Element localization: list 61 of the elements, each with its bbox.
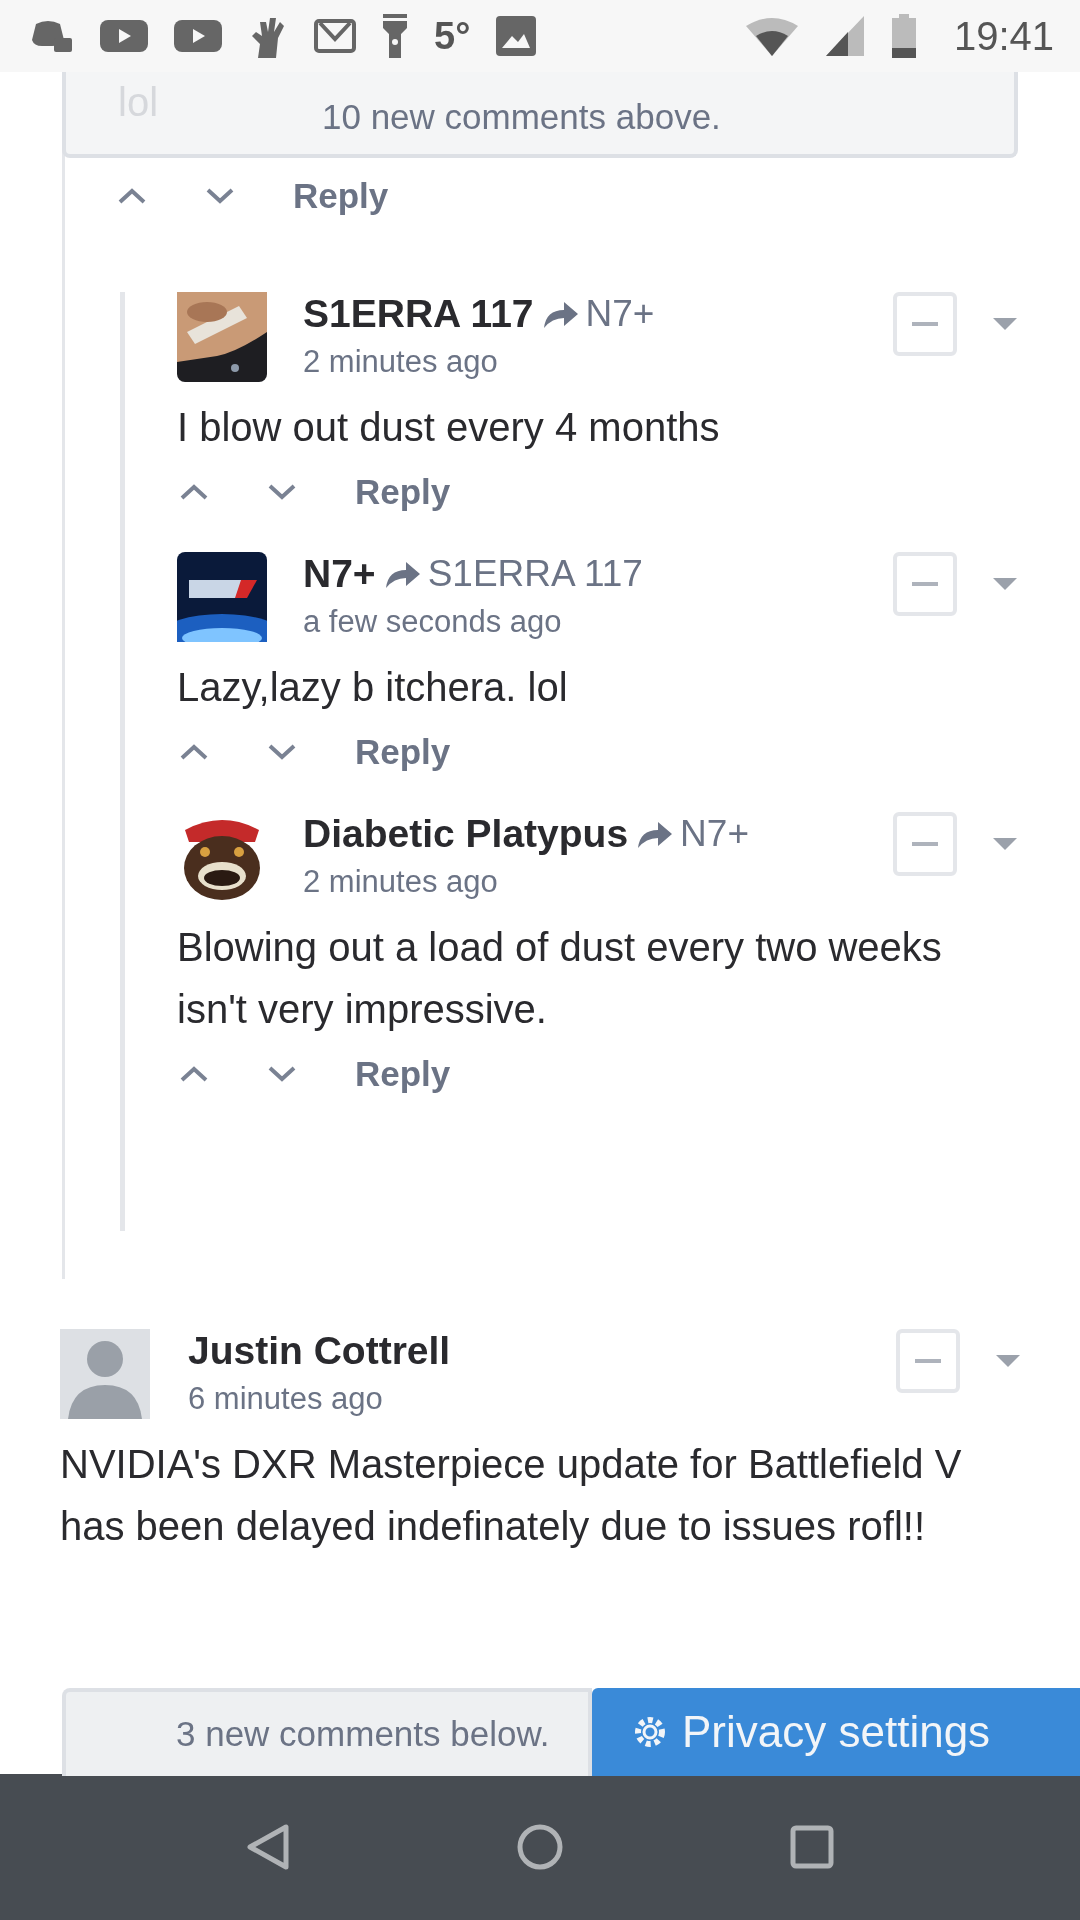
author-name[interactable]: Justin Cottrell: [188, 1329, 451, 1373]
flashlight-icon: [382, 14, 408, 58]
recents-icon[interactable]: [790, 1825, 834, 1869]
back-icon[interactable]: [246, 1823, 290, 1871]
reply-arrow-icon: [541, 300, 578, 328]
upvote-icon[interactable]: [117, 187, 147, 205]
gear-icon: [632, 1714, 668, 1750]
new-comments-notice[interactable]: 3 new comments below.: [62, 1688, 592, 1776]
wifi-icon: [745, 16, 798, 56]
timestamp[interactable]: 6 minutes ago: [188, 1381, 383, 1417]
reply-link[interactable]: Reply: [355, 1054, 451, 1094]
timestamp[interactable]: 2 minutes ago: [303, 344, 498, 380]
caret-icon[interactable]: [993, 318, 1017, 330]
minus-icon: [912, 322, 938, 326]
image-icon: [496, 16, 537, 56]
reply-link[interactable]: Reply: [355, 472, 451, 512]
reply-arrow-icon: [636, 820, 673, 848]
reply-arrow-icon: [383, 560, 420, 588]
author-name[interactable]: N7+: [303, 552, 376, 596]
collapse-button[interactable]: [896, 1329, 960, 1393]
clock: 19:41: [953, 13, 1054, 59]
temperature: 5°: [434, 14, 471, 58]
author-name[interactable]: Diabetic Platypus: [303, 812, 629, 856]
minus-icon: [915, 1359, 941, 1363]
notice-text: 10 new comments above.: [322, 97, 721, 137]
avatar-icon: [60, 1329, 150, 1419]
upvote-icon[interactable]: [179, 483, 209, 501]
video-icon: [100, 18, 148, 54]
caret-icon[interactable]: [993, 838, 1017, 850]
reply-to-name[interactable]: N7+: [680, 813, 749, 855]
collapse-button[interactable]: [893, 552, 957, 616]
author-name[interactable]: S1ERRA 117: [303, 292, 534, 336]
minus-icon: [912, 842, 938, 846]
downvote-icon[interactable]: [267, 1065, 297, 1083]
notice-text: 3 new comments below.: [176, 1714, 550, 1754]
comment-text: Blowing out a load of dust every two weeks isn't very impressive.: [177, 924, 943, 1033]
comment-text: I blow out dust every 4 months: [177, 404, 721, 451]
upvote-icon[interactable]: [179, 1065, 209, 1083]
comment-text: NVIDIA's DXR Masterpiece update for Battlefield V has been delayed indefinately due to issues rofl!!: [60, 1441, 963, 1550]
battery-icon: [891, 14, 916, 58]
timestamp[interactable]: 2 minutes ago: [303, 864, 498, 900]
video-icon: [174, 18, 222, 54]
minus-icon: [912, 582, 938, 586]
downvote-icon[interactable]: [267, 743, 297, 761]
comment-text: Lazy,lazy b itchera. lol: [177, 664, 569, 711]
collapse-button[interactable]: [893, 812, 957, 876]
caret-icon[interactable]: [996, 1355, 1020, 1367]
signal-icon: [825, 16, 864, 56]
collapse-button[interactable]: [893, 292, 957, 356]
downvote-icon[interactable]: [267, 483, 297, 501]
home-icon[interactable]: [516, 1823, 564, 1871]
reply-link[interactable]: Reply: [293, 176, 389, 216]
mail-icon: [314, 19, 356, 53]
downvote-icon[interactable]: [205, 187, 235, 205]
privacy-settings-button[interactable]: Privacy settings: [592, 1688, 1080, 1776]
reply-to-name[interactable]: S1ERRA 117: [427, 553, 643, 595]
timestamp[interactable]: a few seconds ago: [303, 604, 562, 640]
reply-link[interactable]: Reply: [355, 732, 451, 772]
caret-icon[interactable]: [993, 578, 1017, 590]
reply-to-name[interactable]: N7+: [585, 293, 655, 335]
upvote-icon[interactable]: [179, 743, 209, 761]
